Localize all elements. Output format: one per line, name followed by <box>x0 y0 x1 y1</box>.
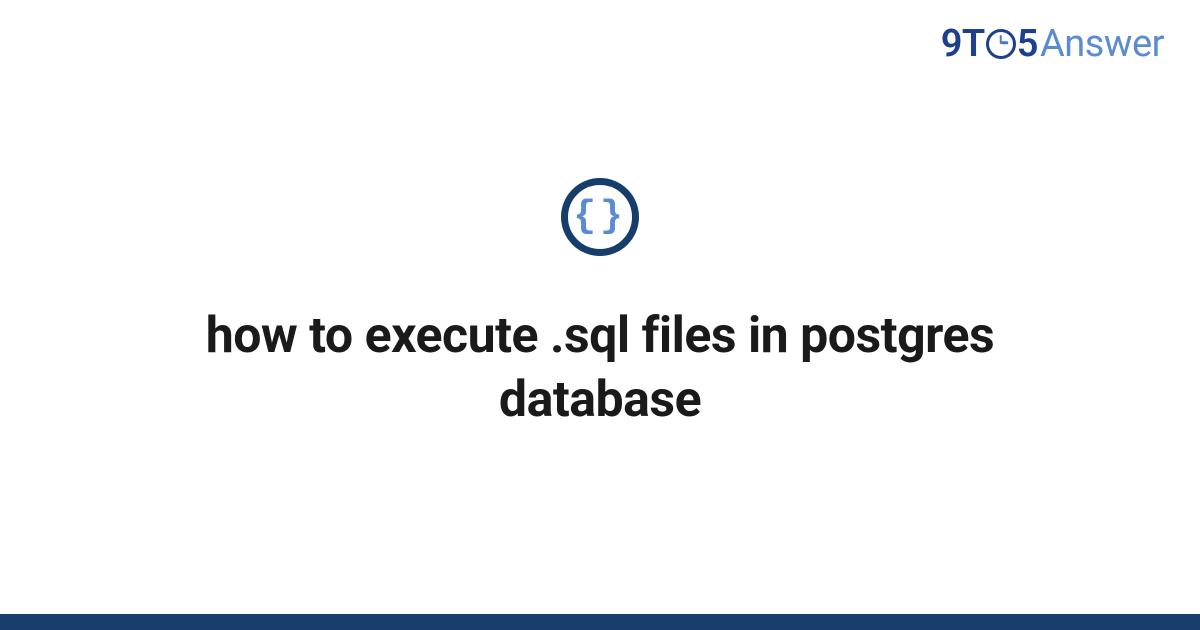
footer-accent-bar <box>0 614 1200 630</box>
page-title: how to execute .sql files in postgres da… <box>150 304 1050 432</box>
main-content: { } how to execute .sql files in postgre… <box>0 0 1200 630</box>
right-brace: } <box>600 198 627 236</box>
code-icon-wrap: { } <box>561 178 639 256</box>
code-braces-icon: { } <box>561 178 639 256</box>
left-brace: { <box>573 198 600 236</box>
